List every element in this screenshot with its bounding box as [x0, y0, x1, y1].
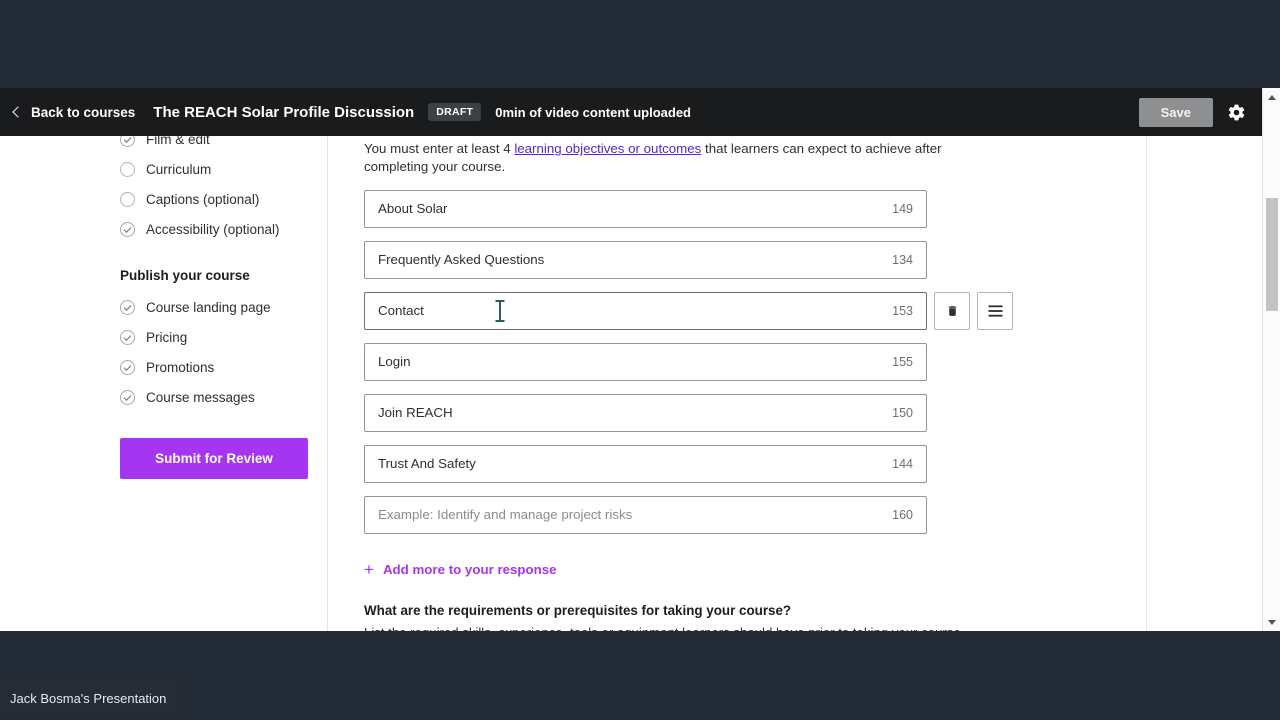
back-to-courses-link[interactable]: Back to courses: [12, 104, 136, 120]
sidebar-item-label: Captions (optional): [146, 191, 260, 207]
sidebar-item-label: Curriculum: [146, 161, 212, 177]
screen-share-frame: Back to courses The REACH Solar Profile …: [0, 0, 1280, 720]
chevron-left-icon: [12, 106, 24, 118]
check-circle-icon: [120, 299, 135, 315]
course-editor-window: Back to courses The REACH Solar Profile …: [0, 88, 1280, 631]
character-count: 144: [892, 456, 913, 471]
check-circle-icon: [120, 359, 135, 375]
response-row: About Solar 149: [364, 189, 1146, 228]
input-value: About Solar: [378, 201, 448, 217]
sidebar-item-curriculum[interactable]: Curriculum: [120, 154, 307, 184]
input-value: Login: [378, 354, 411, 370]
character-count: 153: [892, 303, 913, 318]
character-count: 149: [892, 201, 913, 216]
response-row: Contact 153: [364, 291, 1146, 330]
instructions-text: You must enter at least 4 learning objec…: [364, 136, 994, 177]
sidebar-item-pricing[interactable]: Pricing: [120, 322, 307, 352]
sidebar-item-label: Course messages: [146, 389, 255, 405]
right-gutter: [1147, 136, 1262, 631]
character-count: 134: [892, 252, 913, 267]
course-title: The REACH Solar Profile Discussion: [153, 103, 415, 121]
presenter-name-overlay: Jack Bosma's Presentation: [0, 682, 181, 716]
sidebar-item-label: Pricing: [146, 329, 188, 345]
response-row: Example: Identify and manage project ris…: [364, 495, 1146, 534]
triangle-up-icon: [1268, 94, 1276, 100]
input-value: Trust And Safety: [378, 456, 476, 472]
learning-objectives-panel: You must enter at least 4 learning objec…: [328, 136, 1147, 631]
main-column: You must enter at least 4 learning objec…: [328, 136, 1262, 631]
sidebar-group-create: Film & edit Curriculum Captions (optional)…: [120, 136, 307, 244]
reorder-drag-handle[interactable]: [977, 291, 1013, 330]
learning-objective-input[interactable]: Frequently Asked Questions 134: [364, 240, 927, 279]
sidebar-item-label: Promotions: [146, 359, 215, 375]
editor-body: Film & edit Curriculum Captions (optional)…: [0, 136, 1262, 631]
requirements-heading: What are the requirements or prerequisit…: [364, 602, 792, 618]
check-circle-icon: [120, 329, 135, 345]
learning-objective-input[interactable]: Contact 153: [364, 291, 927, 330]
learning-objective-input[interactable]: Join REACH 150: [364, 393, 927, 432]
input-value: Frequently Asked Questions: [378, 252, 545, 268]
empty-circle-icon: [120, 191, 135, 207]
character-count: 150: [892, 405, 913, 420]
check-circle-icon: [120, 221, 135, 237]
response-row: Frequently Asked Questions 134: [364, 240, 1146, 279]
sidebar-item-course-messages[interactable]: Course messages: [120, 382, 307, 412]
status-badge: DRAFT: [428, 103, 482, 121]
submit-for-review-button[interactable]: Submit for Review: [120, 438, 308, 479]
check-circle-icon: [120, 136, 135, 147]
sidebar-group-publish: Course landing page Pricing Promotions Cour…: [120, 292, 307, 412]
sidebar-section-heading: Publish your course: [120, 268, 250, 283]
character-count: 160: [892, 507, 913, 522]
learning-objective-input[interactable]: Login 155: [364, 342, 927, 381]
sidebar-item-label: Course landing page: [146, 299, 271, 315]
sidebar-item-accessibility-optional[interactable]: Accessibility (optional): [120, 214, 307, 244]
learning-objectives-link[interactable]: learning objectives or outcomes: [514, 141, 701, 156]
sidebar-item-captions-optional[interactable]: Captions (optional): [120, 184, 307, 214]
hamburger-drag-handle-icon: [988, 305, 1002, 317]
response-list: About Solar 149 Frequently Asked Questions…: [364, 189, 1146, 534]
gear-icon[interactable]: [1227, 103, 1246, 122]
learning-objective-input[interactable]: Trust And Safety 144: [364, 444, 927, 483]
plus-icon: +: [364, 559, 374, 579]
sidebar-item-film-edit[interactable]: Film & edit: [120, 136, 307, 154]
input-placeholder: Example: Identify and manage project ris…: [378, 507, 633, 523]
sidebar-item-label: Accessibility (optional): [146, 221, 280, 237]
sidebar-item-promotions[interactable]: Promotions: [120, 352, 307, 382]
trash-icon: [948, 305, 956, 316]
add-more-response-button[interactable]: + Add more to your response: [364, 561, 557, 578]
sidebar-item-label: Film & edit: [146, 136, 210, 147]
scroll-down-button[interactable]: [1263, 613, 1280, 631]
learning-objective-input[interactable]: Example: Identify and manage project ris…: [364, 495, 927, 534]
requirements-subtext: List the required skills, experience, to…: [364, 625, 1146, 631]
response-row: Join REACH 150: [364, 393, 1146, 432]
scrollbar-thumb[interactable]: [1266, 198, 1278, 311]
input-value: Join REACH: [378, 405, 453, 421]
vertical-scrollbar[interactable]: [1262, 88, 1280, 631]
scroll-up-button[interactable]: [1263, 88, 1280, 106]
sidebar-item-course-landing-page[interactable]: Course landing page: [120, 292, 307, 322]
video-upload-status: 0min of video content uploaded: [495, 104, 691, 120]
learning-objective-input[interactable]: About Solar 149: [364, 189, 927, 228]
header-actions: Save: [1138, 97, 1252, 127]
app-header-bar: Back to courses The REACH Solar Profile …: [0, 88, 1262, 136]
character-count: 155: [892, 354, 913, 369]
input-value: Contact: [378, 303, 424, 319]
triangle-down-icon: [1268, 619, 1276, 625]
instructions-prefix: You must enter at least 4: [364, 141, 515, 156]
save-button[interactable]: Save: [1138, 97, 1213, 127]
delete-response-button[interactable]: [934, 291, 970, 330]
response-row: Trust And Safety 144: [364, 444, 1146, 483]
response-row: Login 155: [364, 342, 1146, 381]
check-circle-icon: [120, 389, 135, 405]
course-steps-sidebar: Film & edit Curriculum Captions (optional)…: [0, 136, 328, 631]
add-more-label: Add more to your response: [382, 561, 557, 577]
empty-circle-icon: [120, 161, 135, 177]
back-to-courses-label: Back to courses: [31, 104, 136, 120]
